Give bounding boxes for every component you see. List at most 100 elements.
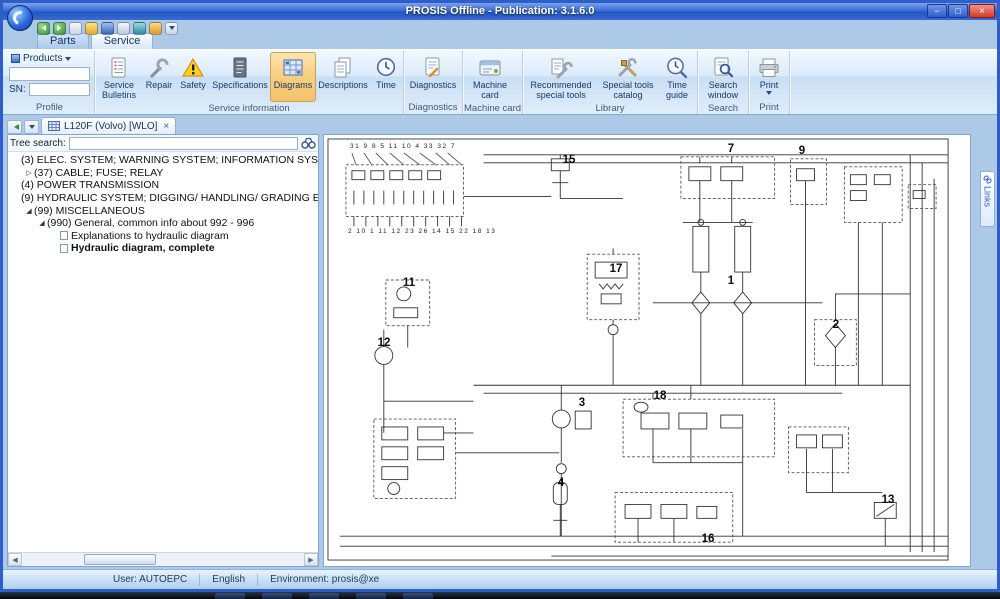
search-window-button[interactable]: Search window [699, 52, 747, 102]
tree-item[interactable]: Hydraulic diagram, complete [8, 242, 318, 255]
tree-item-label: (99) MISCELLANEOUS [34, 205, 145, 217]
products-dropdown[interactable]: Products [9, 52, 90, 65]
window-title: PROSIS Offline - Publication: 3.1.6.0 [3, 5, 997, 17]
diagram-number-label: 9 [799, 145, 805, 157]
group-caption-print: Print [750, 101, 788, 114]
tree-horizontal-scrollbar[interactable]: ◀ ▶ [8, 552, 318, 566]
expanded-arrow-icon[interactable]: ◢ [24, 207, 34, 215]
document-tab[interactable]: L120F (Volvo) [WLO] × [41, 117, 176, 134]
button-label: Time [376, 80, 396, 90]
tab-service[interactable]: Service [91, 33, 154, 49]
collapsed-arrow-icon[interactable]: ▷ [24, 169, 34, 177]
tree-item[interactable]: (9) HYDRAULIC SYSTEM; DIGGING/ HANDLING/… [8, 192, 318, 205]
sn-label: SN: [9, 84, 26, 95]
links-side-tab[interactable]: Links [980, 171, 995, 227]
tools-catalog-icon [615, 55, 641, 80]
binoculars-search-icon[interactable] [301, 137, 316, 149]
search-window-icon [710, 55, 736, 80]
taskbar-icon[interactable] [309, 593, 339, 599]
machine-card-button[interactable]: Machine card [464, 52, 516, 102]
ribbon-group-search: Search window Search [698, 51, 749, 114]
minimize-button[interactable]: − [927, 4, 947, 18]
tree-item[interactable]: (3) ELEC. SYSTEM; WARNING SYSTEM; INFORM… [8, 154, 318, 167]
taskbar-icon[interactable] [215, 593, 245, 599]
page-view-icon[interactable] [69, 22, 82, 35]
diagram-number-label: 11 [403, 277, 415, 289]
diagram-number-label: 4 [558, 477, 564, 489]
descriptions-button[interactable]: Descriptions [316, 52, 370, 102]
scroll-left-arrow[interactable]: ◀ [8, 553, 22, 566]
status-separator [257, 574, 258, 586]
tree-panel: Tree search: (3) ELEC. SYSTEM; WARNING S… [7, 134, 319, 567]
diagnostics-button[interactable]: Diagnostics [405, 52, 461, 101]
ribbon: Products SN: Profile Service Bulletins [3, 49, 997, 115]
tree-item[interactable]: ▷(37) CABLE; FUSE; RELAY [8, 167, 318, 180]
tree-item-label: (4) POWER TRANSMISSION [21, 179, 159, 191]
print-button[interactable]: Print [750, 52, 788, 101]
safety-button[interactable]: Safety [176, 52, 210, 102]
diagnostics-icon [420, 55, 446, 80]
back-icon[interactable] [37, 22, 50, 35]
sn-input[interactable] [29, 83, 90, 96]
taskbar-icon[interactable] [403, 593, 433, 599]
button-label: Time guide [660, 80, 694, 101]
chevron-down-icon [29, 125, 35, 132]
settings-icon[interactable] [101, 22, 114, 35]
edit-icon[interactable] [85, 22, 98, 35]
toolbar-options-icon[interactable] [165, 22, 178, 35]
maximize-button[interactable]: □ [948, 4, 968, 18]
tree-item-label: (3) ELEC. SYSTEM; WARNING SYSTEM; INFORM… [21, 154, 318, 166]
chevron-down-icon [65, 57, 71, 64]
scrollbar-thumb[interactable] [84, 554, 156, 565]
tree-search-input[interactable] [69, 137, 298, 150]
tab-list-dropdown[interactable] [24, 120, 39, 134]
service-bulletins-button[interactable]: Service Bulletins [96, 52, 142, 102]
tab-parts[interactable]: Parts [37, 33, 89, 49]
button-label: Search window [701, 80, 745, 101]
taskbar-icon[interactable] [262, 593, 292, 599]
close-button[interactable]: × [969, 4, 995, 18]
tree-item[interactable]: Explanations to hydraulic diagram [8, 230, 318, 243]
special-tools-catalog-button[interactable]: Special tools catalog [598, 52, 658, 102]
specifications-button[interactable]: Specifications [210, 52, 270, 102]
document-icon[interactable] [117, 22, 130, 35]
forward-icon[interactable] [53, 22, 66, 35]
safety-warning-icon [180, 55, 206, 80]
tree-item[interactable]: ◢(990) General, common info about 992 - … [8, 217, 318, 230]
pin-numbers-top: 31 9 8 5 11 10 4 33 32 7 [350, 143, 456, 150]
folder-icon[interactable] [149, 22, 162, 35]
diagrams-button[interactable]: Diagrams [270, 52, 316, 102]
pin-numbers-bottom: 2 10 1 11 12 23 26 14 15 22 18 13 [348, 228, 496, 235]
time-guide-button[interactable]: Time guide [658, 52, 696, 102]
taskbar-icon[interactable] [356, 593, 386, 599]
tree-item-label: (37) CABLE; FUSE; RELAY [34, 167, 163, 179]
button-label: Machine card [466, 80, 514, 101]
button-label: Specifications [212, 80, 268, 90]
diagram-viewport[interactable]: 31 9 8 5 11 10 4 33 32 7 2 10 1 11 12 23… [323, 134, 971, 567]
time-button[interactable]: Time [370, 52, 402, 102]
tree-item[interactable]: (4) POWER TRANSMISSION [8, 179, 318, 192]
button-label: Diagnostics [410, 80, 457, 90]
group-caption-machine-card: Machine card [464, 102, 521, 115]
network-icon[interactable] [133, 22, 146, 35]
taskbar[interactable] [0, 592, 1000, 599]
tree-search-row: Tree search: [8, 135, 318, 152]
expanded-arrow-icon[interactable]: ◢ [37, 219, 47, 227]
diagram-number-label: 13 [882, 494, 895, 506]
recommended-special-tools-button[interactable]: Recommended special tools [524, 52, 598, 102]
tree-item-label: (9) HYDRAULIC SYSTEM; DIGGING/ HANDLING/… [21, 192, 318, 204]
repair-button[interactable]: Repair [142, 52, 176, 102]
nav-back-button[interactable] [7, 120, 22, 134]
document-tab-strip: L120F (Volvo) [WLO] × [7, 117, 176, 134]
group-caption-search: Search [699, 102, 747, 115]
tree-search-label: Tree search: [10, 138, 66, 149]
tab-close-icon[interactable]: × [163, 121, 169, 132]
status-separator [199, 574, 200, 586]
tree-item[interactable]: ◢(99) MISCELLANEOUS [8, 204, 318, 217]
profile-combobox[interactable] [9, 67, 90, 81]
time-guide-icon [664, 55, 690, 80]
diagram-number-label: 3 [579, 397, 585, 409]
scroll-right-arrow[interactable]: ▶ [304, 553, 318, 566]
title-bar[interactable]: PROSIS Offline - Publication: 3.1.6.0 [3, 3, 997, 20]
main-tabs: Parts Service [37, 33, 153, 49]
